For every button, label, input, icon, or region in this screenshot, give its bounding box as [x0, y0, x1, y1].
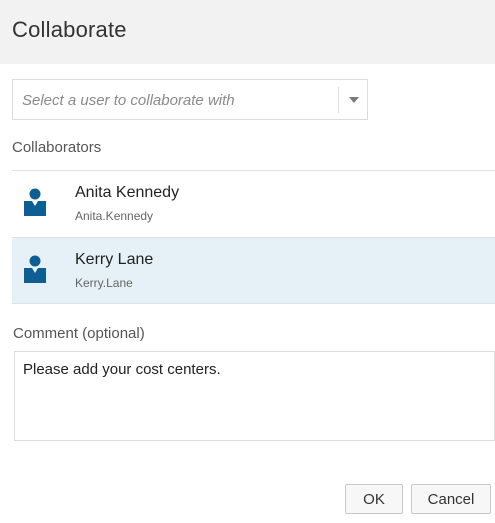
collaborator-username: Anita.Kennedy: [75, 209, 154, 223]
collaborator-name: Anita Kennedy: [75, 184, 180, 201]
comment-label: Comment (optional): [13, 325, 145, 342]
collaborator-username: Kerry.Lane: [75, 276, 133, 290]
collaborator-name: Kerry Lane: [75, 251, 154, 268]
chevron-down-icon[interactable]: [349, 97, 359, 103]
collaborators-list: Anita Kennedy Anita.Kennedy Kerry Lane K…: [12, 170, 495, 304]
user-select-dropdown[interactable]: Select a user to collaborate with: [12, 79, 368, 120]
collaborator-item-kerry-lane[interactable]: Kerry Lane Kerry.Lane: [12, 237, 495, 304]
ok-button[interactable]: OK: [345, 484, 403, 514]
dialog-title: Collaborate: [12, 17, 127, 42]
user-avatar-icon: [24, 255, 46, 283]
comment-textarea[interactable]: Please add your cost centers.: [14, 351, 495, 441]
cancel-button[interactable]: Cancel: [411, 484, 491, 514]
collaborators-label: Collaborators: [12, 139, 102, 156]
select-divider: [338, 87, 339, 113]
dialog-header: Collaborate: [0, 0, 495, 64]
user-select-placeholder: Select a user to collaborate with: [22, 92, 235, 109]
collaborator-item-anita-kennedy[interactable]: Anita Kennedy Anita.Kennedy: [12, 170, 495, 237]
user-avatar-icon: [24, 188, 46, 216]
